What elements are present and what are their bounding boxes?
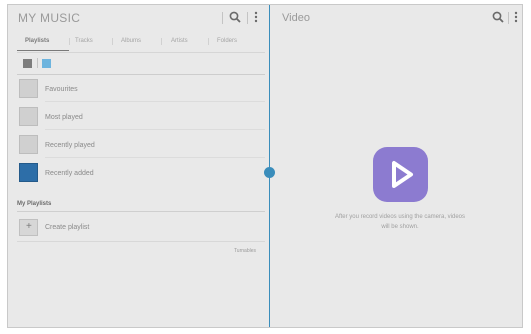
- video-pane: Video After you record videos using the …: [270, 5, 522, 327]
- playlist-label: Most played: [45, 114, 83, 121]
- footer-link[interactable]: Turnables: [234, 248, 256, 254]
- row-divider: [45, 157, 265, 158]
- tab-albums[interactable]: Albums: [121, 38, 141, 44]
- video-app-icon: [373, 147, 428, 202]
- playlist-row-favourites[interactable]: Favourites: [8, 76, 268, 102]
- tab-divider: [69, 38, 70, 45]
- view-toggle: [8, 55, 268, 71]
- row-divider: [45, 101, 265, 102]
- play-icon: [392, 161, 413, 188]
- playlist-label: Recently added: [45, 170, 94, 177]
- playlist-row-recently-played[interactable]: Recently played: [8, 132, 268, 158]
- grid-view-icon[interactable]: [23, 59, 32, 68]
- row-divider: [45, 129, 265, 130]
- search-icon[interactable]: [492, 11, 504, 23]
- row-divider: [17, 241, 265, 242]
- split-screen-window: MY MUSIC Playlists Tracks Albums Artists…: [7, 4, 523, 328]
- playlist-label: Recently played: [45, 142, 95, 149]
- create-playlist-button[interactable]: Create playlist: [45, 224, 89, 231]
- search-icon[interactable]: [229, 11, 241, 23]
- view-toggle-divider-line: [17, 74, 265, 75]
- topbar-divider: [222, 12, 223, 24]
- tab-divider: [112, 38, 113, 45]
- topbar-divider: [508, 12, 509, 24]
- more-vert-icon[interactable]: [254, 11, 258, 23]
- video-app-title: Video: [282, 12, 310, 24]
- more-vert-icon[interactable]: [514, 11, 518, 23]
- tab-divider: [208, 38, 209, 45]
- music-topbar: MY MUSIC: [8, 5, 268, 31]
- music-pane: MY MUSIC Playlists Tracks Albums Artists…: [8, 5, 268, 327]
- tab-artists[interactable]: Artists: [171, 38, 188, 44]
- list-view-icon[interactable]: [42, 59, 51, 68]
- my-playlists-header: My Playlists: [17, 201, 52, 207]
- playlist-thumbnail: [19, 107, 38, 126]
- create-playlist-thumbnail[interactable]: +: [19, 219, 38, 236]
- plus-icon: +: [26, 221, 32, 232]
- playlist-thumbnail: [19, 79, 38, 98]
- active-tab-indicator: [17, 50, 69, 51]
- empty-state-message: After you record videos using the camera…: [334, 214, 466, 230]
- tab-tracks[interactable]: Tracks: [75, 38, 93, 44]
- music-tab-bar: Playlists Tracks Albums Artists Folders: [8, 33, 268, 49]
- section-divider: [17, 211, 265, 212]
- playlist-label: Favourites: [45, 86, 78, 93]
- music-app-title: MY MUSIC: [18, 11, 81, 25]
- album-art-thumbnail: [19, 163, 38, 182]
- playlist-row-recently-added[interactable]: Recently added: [8, 160, 268, 186]
- tab-folders[interactable]: Folders: [217, 38, 237, 44]
- tab-divider: [161, 38, 162, 45]
- topbar-divider: [247, 12, 248, 24]
- tab-bar-divider: [17, 52, 265, 53]
- playlist-row-most-played[interactable]: Most played: [8, 104, 268, 130]
- tab-playlists[interactable]: Playlists: [25, 38, 49, 44]
- view-toggle-divider: [37, 58, 38, 68]
- playlist-thumbnail: [19, 135, 38, 154]
